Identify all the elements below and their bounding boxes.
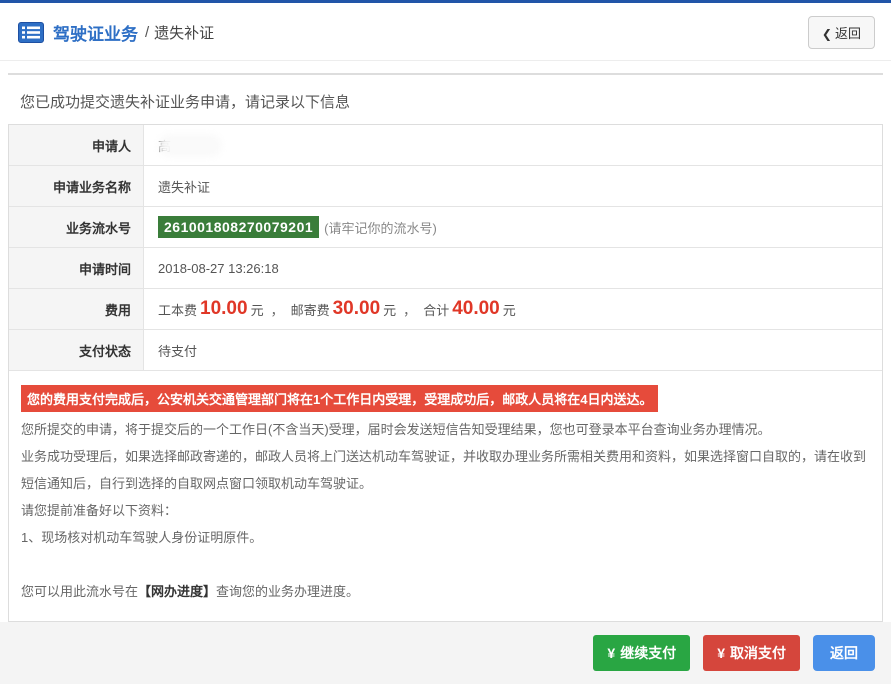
fee-name: 合计 — [423, 302, 450, 318]
yen-icon: ¥ — [717, 645, 725, 661]
notice-paragraph: 1、现场核对机动车驾驶人身份证明原件。 — [21, 530, 263, 545]
step-wizard: 1、业务须知 2、用户申告 3、确认信息 4、资料填写 5、确认提交 6、完成提… — [8, 73, 883, 75]
notice-section: 您的费用支付完成后，公安机关交通管理部门将在1个工作日内受理，受理成功后，邮政人… — [9, 371, 882, 621]
fee-unit: 元 — [250, 302, 264, 318]
notice-paragraph: 请您提前准备好以下资料： — [21, 503, 178, 518]
success-message: 您已成功提交遗失补证业务申请，请记录以下信息 — [20, 94, 351, 111]
license-list-icon — [18, 22, 44, 43]
table-row-time: 申请时间 2018-08-27 13:26:18 — [9, 248, 882, 289]
notice-paragraph: 业务成功受理后，如果选择邮政寄递的，邮政人员将上门送达机动车驾驶证，并收取办理业… — [21, 449, 867, 491]
row-label: 申请人 — [9, 125, 144, 165]
fee-amount: 10.00 — [200, 298, 248, 319]
breadcrumb-separator: / — [145, 24, 150, 41]
table-row-status: 支付状态 待支付 — [9, 330, 882, 371]
fee-unit: 元 — [383, 302, 397, 318]
continue-pay-button[interactable]: ¥ 继续支付 — [593, 635, 691, 671]
notice-paragraph: 您可以用此流水号在【网办进度】查询您的业务办理进度。 — [21, 578, 870, 605]
progress-hint-suffix: 查询您的业务办理进度。 — [216, 584, 360, 599]
wizard-step-label: 5、确认提交 — [508, 73, 580, 75]
redaction-blur — [162, 137, 219, 153]
serial-note: (请牢记你的流水号) — [324, 220, 437, 236]
breadcrumb-current: 遗失补证 — [154, 25, 215, 42]
back-button-label: 返回 — [834, 26, 861, 41]
table-row-service: 申请业务名称 遗失补证 — [9, 166, 882, 207]
chevron-left-icon: ❮ — [821, 27, 832, 41]
progress-module-name: 【网办进度】 — [138, 584, 217, 599]
wizard-step-label: 1、业务须知 — [32, 73, 104, 75]
row-label: 支付状态 — [9, 330, 144, 370]
return-button[interactable]: 返回 — [813, 635, 875, 671]
result-panel: 申请人 高 申请业务名称 遗失补证 业务流水号 2610018082700792… — [8, 124, 883, 622]
row-value: 工本费 10.00 元 ， 邮寄费 30.00 元 ， 合计 40.00 元 — [144, 289, 882, 329]
fee-unit: 元 — [502, 302, 516, 318]
row-value: 高 — [144, 125, 882, 165]
fee-amount: 40.00 — [452, 298, 500, 319]
row-label: 业务流水号 — [9, 207, 144, 247]
back-button[interactable]: ❮ 返回 — [807, 16, 875, 49]
table-row-serial: 业务流水号 261001808270079201 (请牢记你的流水号) — [9, 207, 882, 248]
cancel-pay-label: 取消支付 — [730, 645, 786, 661]
row-label: 申请业务名称 — [9, 166, 144, 206]
page-title: 驾驶证业务 — [53, 25, 138, 44]
progress-hint-prefix: 您可以用此流水号在 — [21, 584, 139, 599]
fee-separator: ， — [403, 302, 417, 318]
wizard-step-label: 6、完成提交 — [630, 73, 702, 75]
fee-amount: 30.00 — [332, 298, 381, 319]
yen-icon: ¥ — [607, 645, 616, 661]
fee-name: 工本费 — [158, 302, 198, 318]
wizard-step-label: 3、确认信息 — [270, 73, 342, 75]
action-bar: ¥ 继续支付 ¥ 取消支付 返回 — [0, 622, 891, 684]
table-row-applicant: 申请人 高 — [9, 125, 882, 166]
serial-number-badge: 261001808270079201 — [158, 216, 320, 238]
row-label: 申请时间 — [9, 248, 144, 288]
row-value: 261001808270079201 (请牢记你的流水号) — [144, 207, 882, 247]
wizard-step-label: 4、资料填写 — [389, 73, 461, 75]
alert-banner: 您的费用支付完成后，公安机关交通管理部门将在1个工作日内受理，受理成功后，邮政人… — [21, 385, 659, 412]
payment-status: 待支付 — [158, 343, 198, 359]
continue-pay-label: 继续支付 — [620, 645, 677, 661]
page-header: 驾驶证业务 / 遗失补证 ❮ 返回 — [0, 3, 891, 61]
fee-separator: ， — [270, 302, 284, 318]
wizard-step-label: 2、用户申告 — [151, 73, 223, 75]
return-label: 返回 — [830, 645, 858, 661]
row-value: 遗失补证 — [158, 179, 211, 195]
fee-name: 邮寄费 — [290, 302, 330, 318]
row-value: 2018-08-27 13:26:18 — [158, 260, 279, 276]
cancel-pay-button[interactable]: ¥ 取消支付 — [703, 635, 800, 671]
row-label: 费用 — [9, 289, 144, 329]
notice-paragraph: 您所提交的申请，将于提交后的一个工作日(不含当天)受理，届时会发送短信告知受理结… — [21, 422, 771, 437]
table-row-fee: 费用 工本费 10.00 元 ， 邮寄费 30.00 元 ， 合计 40.00 … — [9, 289, 882, 330]
